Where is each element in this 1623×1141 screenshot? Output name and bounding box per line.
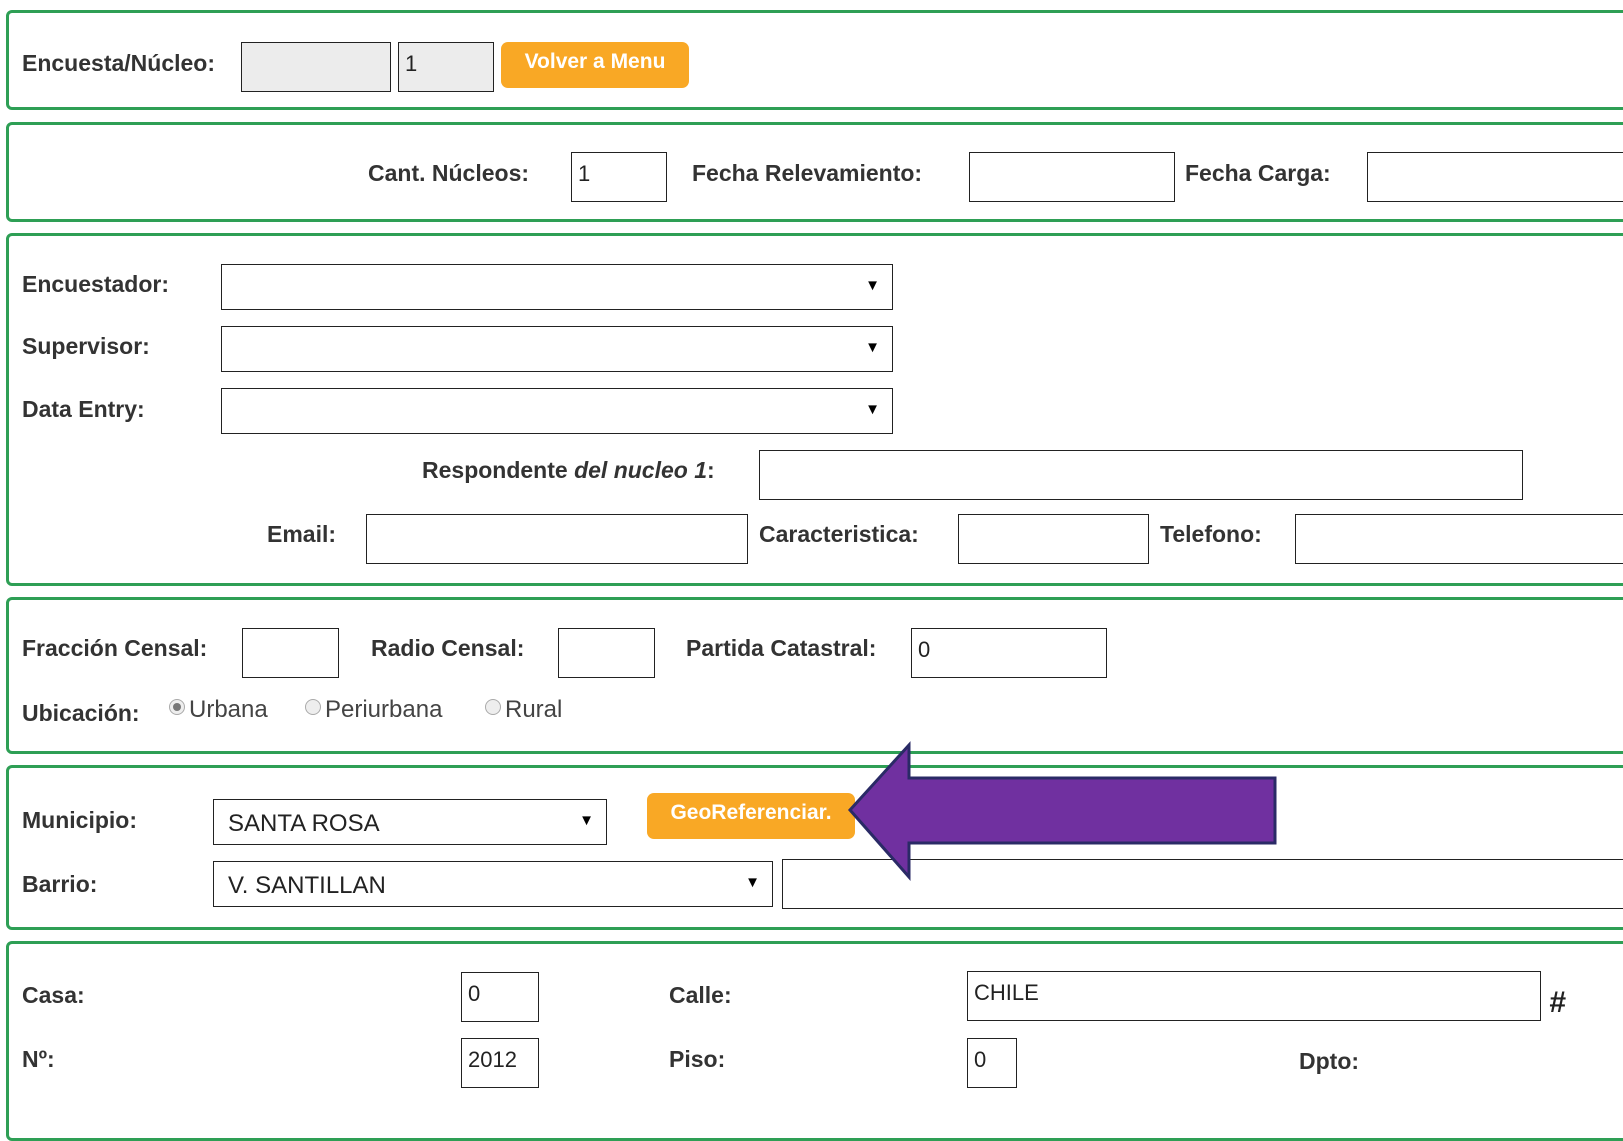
piso-label: Piso: bbox=[669, 1046, 726, 1072]
georeferenciar-button[interactable]: GeoReferenciar. bbox=[647, 793, 855, 839]
radio-periurbana-label: Periurbana bbox=[325, 696, 443, 723]
panel-domicilio: Casa: 0 Calle: CHILE # Nº: 2012 Piso: 0 … bbox=[6, 941, 1623, 1141]
panel-ubicacion: Municipio: SANTA ROSA ▼ GeoReferenciar. … bbox=[6, 765, 1623, 930]
panel-fechas: Cant. Núcleos: 1 Fecha Relevamiento: Fec… bbox=[6, 122, 1623, 222]
radio-unchecked-icon bbox=[485, 699, 501, 715]
data-entry-label: Data Entry: bbox=[22, 396, 145, 422]
fraccion-censal-input[interactable] bbox=[242, 628, 339, 678]
respondente-label-a: Respondente bbox=[422, 457, 575, 483]
calle-label: Calle: bbox=[669, 982, 732, 1008]
radio-censal-input[interactable] bbox=[558, 628, 655, 678]
municipio-select[interactable]: SANTA ROSA ▼ bbox=[213, 799, 607, 845]
barrio-label: Barrio: bbox=[22, 871, 98, 897]
radio-checked-icon bbox=[169, 699, 185, 715]
fecha-relevamiento-label: Fecha Relevamiento: bbox=[692, 160, 923, 186]
cant-nucleos-label: Cant. Núcleos: bbox=[368, 160, 530, 186]
chevron-down-icon: ▼ bbox=[865, 277, 880, 294]
municipio-label: Municipio: bbox=[22, 807, 137, 833]
barrio-extra-input[interactable] bbox=[782, 859, 1623, 909]
fraccion-censal-label: Fracción Censal: bbox=[22, 635, 208, 661]
encuestador-select[interactable]: ▼ bbox=[221, 264, 893, 310]
radio-rural[interactable]: Rural bbox=[485, 696, 562, 724]
piso-input[interactable]: 0 bbox=[967, 1038, 1017, 1088]
respondente-label-c: : bbox=[707, 457, 715, 483]
respondente-label-b: del nucleo 1 bbox=[574, 457, 708, 483]
cant-nucleos-input[interactable]: 1 bbox=[571, 152, 667, 202]
caracteristica-label: Caracteristica: bbox=[759, 521, 919, 547]
email-input[interactable] bbox=[366, 514, 748, 564]
casa-label: Casa: bbox=[22, 982, 85, 1008]
chevron-down-icon: ▼ bbox=[579, 812, 594, 829]
numero-input[interactable]: 2012 bbox=[461, 1038, 539, 1088]
ubicacion-label: Ubicación: bbox=[22, 700, 140, 726]
radio-unchecked-icon bbox=[305, 699, 321, 715]
partida-catastral-input[interactable]: 0 bbox=[911, 628, 1107, 678]
radio-urbana-label: Urbana bbox=[189, 696, 268, 723]
data-entry-select[interactable]: ▼ bbox=[221, 388, 893, 434]
chevron-down-icon: ▼ bbox=[745, 874, 760, 891]
respondente-label: Respondente del nucleo 1: bbox=[422, 457, 715, 484]
fecha-relevamiento-input[interactable] bbox=[969, 152, 1175, 202]
supervisor-select[interactable]: ▼ bbox=[221, 326, 893, 372]
hash-label: # bbox=[1549, 986, 1566, 1019]
caracteristica-input[interactable] bbox=[958, 514, 1149, 564]
nucleo-input[interactable]: 1 bbox=[398, 42, 494, 92]
chevron-down-icon: ▼ bbox=[865, 401, 880, 418]
partida-catastral-label: Partida Catastral: bbox=[686, 635, 877, 661]
supervisor-label: Supervisor: bbox=[22, 333, 150, 359]
numero-label: Nº: bbox=[22, 1046, 55, 1072]
email-label: Email: bbox=[267, 521, 337, 547]
barrio-value: V. SANTILLAN bbox=[228, 872, 386, 899]
radio-urbana[interactable]: Urbana bbox=[169, 696, 268, 724]
radio-censal-label: Radio Censal: bbox=[371, 635, 525, 661]
telefono-input[interactable] bbox=[1295, 514, 1623, 564]
panel-encuesta: Encuesta/Núcleo: 1 Volver a Menu bbox=[6, 10, 1623, 110]
encuesta-label: Encuesta/Núcleo: bbox=[22, 50, 215, 76]
fecha-carga-label: Fecha Carga: bbox=[1185, 160, 1331, 186]
radio-periurbana[interactable]: Periurbana bbox=[305, 696, 442, 724]
radio-rural-label: Rural bbox=[505, 696, 563, 723]
municipio-value: SANTA ROSA bbox=[228, 810, 380, 837]
fecha-carga-input[interactable] bbox=[1367, 152, 1623, 202]
volver-menu-button[interactable]: Volver a Menu bbox=[501, 42, 689, 88]
dpto-label: Dpto: bbox=[1299, 1048, 1360, 1074]
barrio-select[interactable]: V. SANTILLAN ▼ bbox=[213, 861, 773, 907]
encuesta-input[interactable] bbox=[241, 42, 391, 92]
calle-input[interactable]: CHILE bbox=[967, 971, 1541, 1021]
encuestador-label: Encuestador: bbox=[22, 271, 169, 297]
telefono-label: Telefono: bbox=[1160, 521, 1262, 547]
panel-personal: Encuestador: ▼ Supervisor: ▼ Data Entry:… bbox=[6, 233, 1623, 586]
respondente-input[interactable] bbox=[759, 450, 1523, 500]
panel-censo: Fracción Censal: Radio Censal: Partida C… bbox=[6, 597, 1623, 754]
chevron-down-icon: ▼ bbox=[865, 339, 880, 356]
casa-input[interactable]: 0 bbox=[461, 972, 539, 1022]
